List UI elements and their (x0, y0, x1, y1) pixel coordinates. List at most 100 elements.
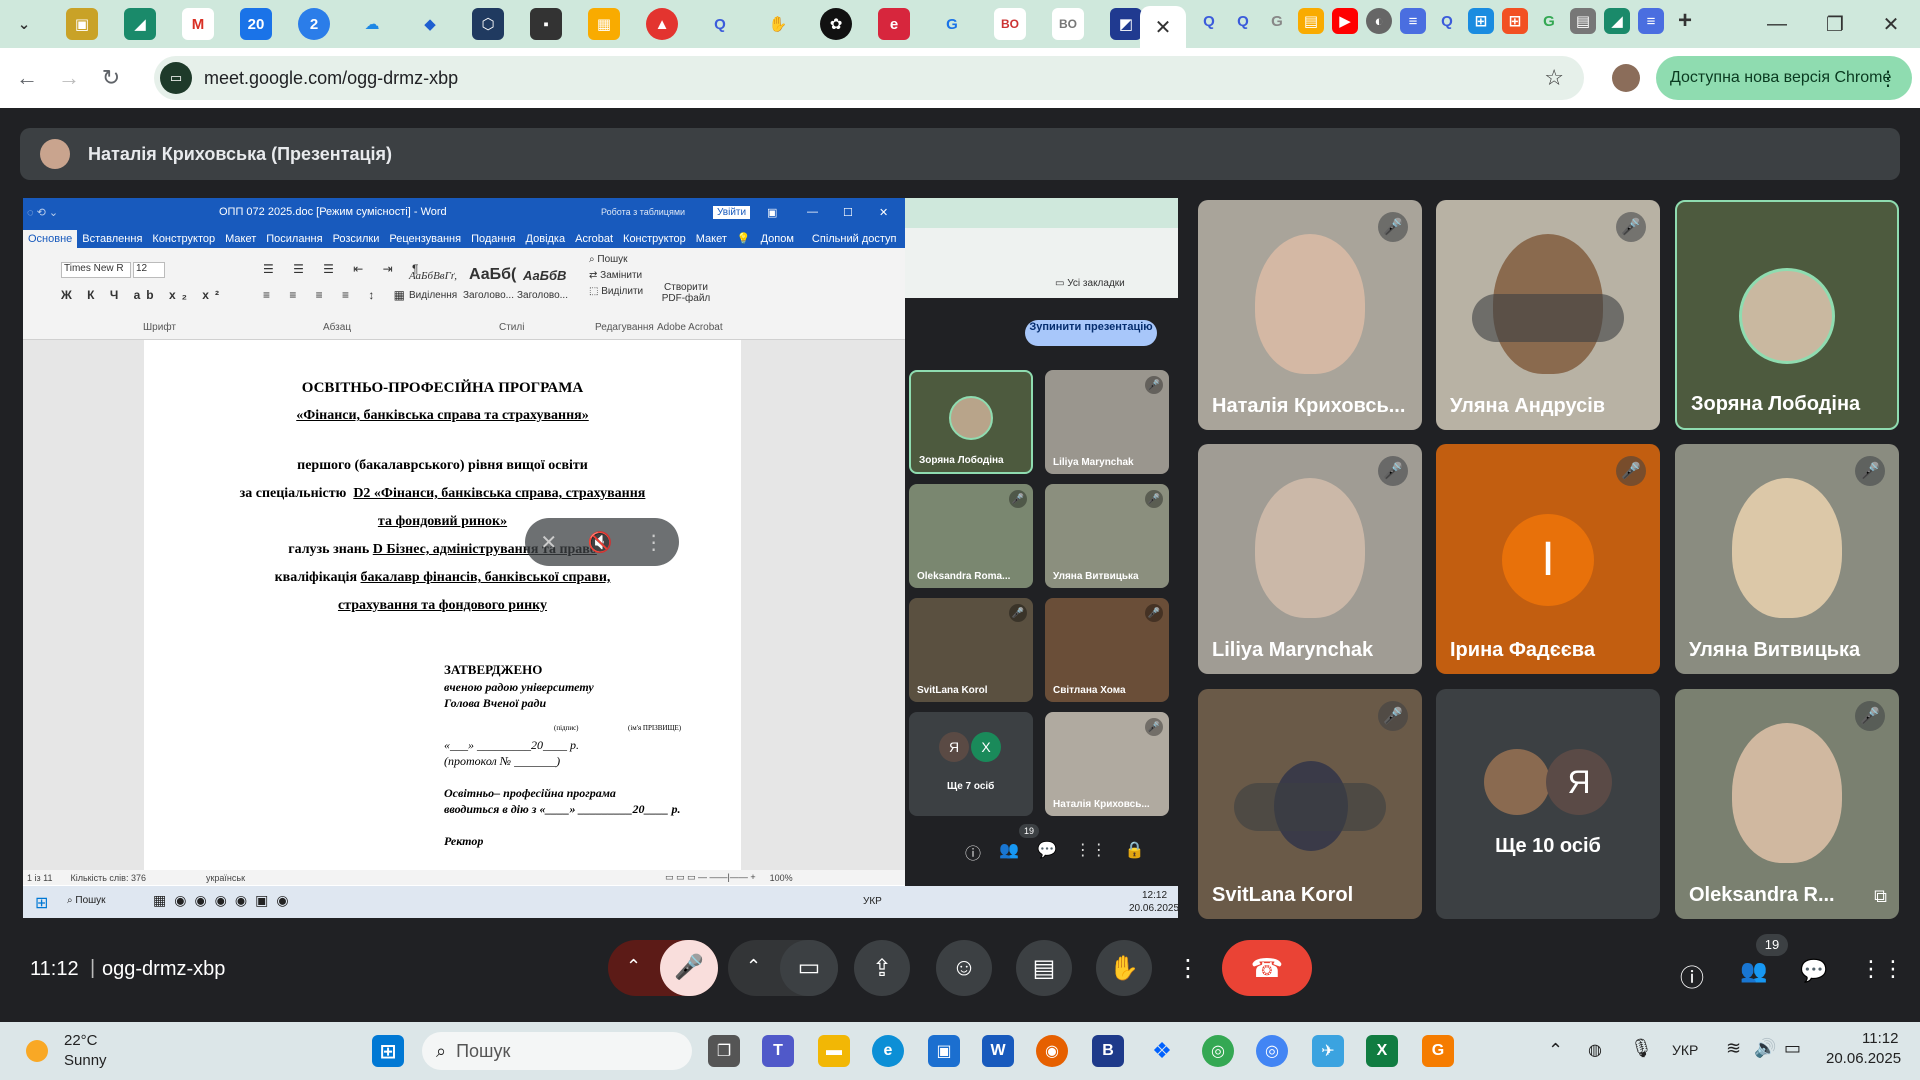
tab-view[interactable]: Подання (466, 230, 520, 248)
doc-tab-icon-3[interactable]: ≡ (1638, 8, 1664, 34)
mini-apps-icon[interactable]: ⋮⋮ (1075, 840, 1107, 864)
select-button[interactable]: ⬚ Виділити (589, 286, 643, 297)
file-explorer-icon[interactable]: ▬ (818, 1035, 850, 1067)
cube-tab-icon[interactable]: ⬡ (472, 8, 504, 40)
participant-tile-7[interactable]: 🎤 SvitLana Korol (1198, 689, 1422, 919)
emoji-button[interactable]: ☺ (936, 940, 992, 996)
word-minimize-icon[interactable]: — (807, 206, 818, 218)
inner-search[interactable]: ⌕ Пошук (67, 895, 106, 906)
inner-app-icons[interactable]: ▦◉◉◉◉▣◉ (153, 892, 297, 909)
camera-options-chevron-icon[interactable]: ⌃ (746, 956, 761, 977)
autosave-icon[interactable]: ◌ ⟲ ⌄ (27, 206, 58, 219)
id-card-tab-icon[interactable]: ▪ (530, 8, 562, 40)
pip-icon[interactable]: ⧉ (1874, 886, 1887, 907)
participant-tile-6[interactable]: 🎤 Уляна Витвицька (1675, 444, 1899, 674)
mini-tile-3[interactable]: 🎤 Oleksandra Roma... (909, 484, 1033, 588)
note-tab-icon[interactable]: ▤ (1298, 8, 1324, 34)
participant-tile-5[interactable]: І 🎤 Ірина Фадєєва (1436, 444, 1660, 674)
tab-search-chevron-icon[interactable]: ⌄ (8, 8, 40, 40)
chrome-icon-2[interactable]: ◎ (1256, 1035, 1288, 1067)
tab-references[interactable]: Посилання (261, 230, 327, 248)
bo-tab-icon[interactable]: BO (994, 8, 1026, 40)
diamond-tab-icon[interactable]: ◆ (414, 8, 446, 40)
style-sample-2[interactable]: АаБб( (469, 266, 516, 284)
tab-table-layout[interactable]: Макет (691, 230, 732, 248)
taskbar-search[interactable]: ⌕ Пошук (422, 1032, 692, 1070)
volume-off-icon[interactable]: 🔇 (588, 530, 613, 555)
firefox-icon[interactable]: ◉ (1036, 1035, 1068, 1067)
slides-tab-icon[interactable]: ◢ (124, 8, 156, 40)
excel-icon[interactable]: X (1366, 1035, 1398, 1067)
font-name-select[interactable]: Times New R (61, 262, 131, 278)
tab-layout[interactable]: Макет (220, 230, 261, 248)
mini-tile-5[interactable]: 🎤 SvitLana Korol (909, 598, 1033, 702)
word-maximize-icon[interactable]: ☐ (843, 206, 853, 219)
openai-tab-icon[interactable]: ✿ (820, 8, 852, 40)
forward-icon[interactable]: → (54, 63, 84, 93)
clock-time[interactable]: 11:12 (1862, 1030, 1898, 1047)
dropbox-icon[interactable]: ❖ (1146, 1035, 1178, 1067)
chat-icon[interactable]: 💬 (1800, 958, 1827, 984)
close-window-icon[interactable]: ✕ (1862, 0, 1920, 48)
paragraph-buttons[interactable]: ☰ ☰ ☰ ⇤ ⇥ ¶ (263, 262, 427, 276)
tab-review[interactable]: Рецензування (384, 230, 466, 248)
zoom-slider[interactable]: ▭ ▭ ▭ — ——|—— + (665, 872, 756, 883)
slides-tab-icon-2[interactable]: ◢ (1604, 8, 1630, 34)
map-app-icon[interactable]: ✈ (1312, 1035, 1344, 1067)
q-tab-icon-3[interactable]: Q (1230, 8, 1256, 34)
g-tab-icon-3[interactable]: G (1536, 8, 1562, 34)
bookmark-star-icon[interactable]: ☆ (1544, 65, 1564, 91)
clock-date[interactable]: 20.06.2025 (1826, 1050, 1901, 1067)
align-buttons[interactable]: ≡ ≡ ≡ ≡ ↕ ▦ (263, 288, 413, 302)
more-options-button[interactable]: ⋮ (1164, 940, 1212, 996)
ie-tab-icon[interactable]: ◩ (1110, 8, 1142, 40)
language-indicator[interactable]: УКР (1672, 1042, 1698, 1058)
microphone-icon[interactable]: 🎙 (1630, 1038, 1653, 1059)
meet-site-icon[interactable]: ▭ (160, 62, 192, 94)
active-tab-close-icon[interactable]: ✕ (1140, 6, 1186, 48)
mic-options-chevron-icon[interactable]: ⌃ (626, 956, 641, 977)
battery-icon[interactable]: ▭ (1784, 1038, 1801, 1059)
mini-tile-7[interactable]: Я X Ще 7 осіб (909, 712, 1033, 816)
grid-tab-icon[interactable]: ⊞ (1468, 8, 1494, 34)
participant-tile-9[interactable]: 🎤 Oleksandra R... ⧉ (1675, 689, 1899, 919)
font-size-select[interactable]: 12 (133, 262, 165, 278)
camera-button[interactable]: ▭ (780, 940, 838, 996)
chrome-icon[interactable]: ◎ (1202, 1035, 1234, 1067)
g-tab-icon-2[interactable]: G (1264, 8, 1290, 34)
mini-tile-1[interactable]: Зоряна Лободіна (909, 370, 1033, 474)
network-app-icon[interactable]: ◍ (1588, 1040, 1602, 1060)
acrobat-tab-icon[interactable]: ▲ (646, 8, 678, 40)
edge-icon[interactable]: e (872, 1035, 904, 1067)
end-call-button[interactable]: ☎ (1222, 940, 1312, 996)
mini-bookmarks[interactable]: ▭ Усі закладки (1055, 278, 1125, 289)
gmail-tab-icon[interactable]: M (182, 8, 214, 40)
ribbon-display-icon[interactable]: ▣ (767, 206, 777, 219)
chrome-update-button[interactable]: Доступна нова версія Chrome ⋮ (1656, 56, 1912, 100)
mini-tile-4[interactable]: 🎤 Уляна Витвицька (1045, 484, 1169, 588)
style-sample-3[interactable]: АаБбВ (523, 268, 566, 283)
back-icon[interactable]: ← (12, 63, 42, 93)
mini-tile-2[interactable]: 🎤 Liliya Marynchak (1045, 370, 1169, 474)
reload-icon[interactable]: ↻ (96, 63, 126, 93)
mini-tile-6[interactable]: 🎤 Світлана Хома (1045, 598, 1169, 702)
create-pdf-button[interactable]: Створити PDF-файл (657, 282, 715, 304)
present-screen-button[interactable]: ⇪ (854, 940, 910, 996)
people-icon[interactable]: 👥 (1740, 958, 1767, 984)
help-search[interactable]: Допом (756, 230, 799, 248)
mini-people-icon[interactable]: 👥 (999, 840, 1019, 864)
b-app-icon[interactable]: B (1092, 1035, 1124, 1067)
chart-tab-icon[interactable]: ▦ (588, 8, 620, 40)
participant-tile-2[interactable]: 🎤 Уляна Андрусів (1436, 200, 1660, 430)
document-page[interactable]: ОСВІТНЬО-ПРОФЕСІЙНА ПРОГРАМА «Фінанси, б… (144, 340, 741, 870)
windows-tab-icon[interactable]: ⊞ (1502, 8, 1528, 34)
store-icon[interactable]: ▣ (928, 1035, 960, 1067)
profile-avatar[interactable] (1612, 64, 1640, 92)
minimize-icon[interactable]: — (1748, 0, 1806, 48)
new-tab-icon[interactable]: + (1672, 7, 1698, 34)
wifi-icon[interactable]: ≋ (1726, 1038, 1741, 1059)
lightbulb-icon[interactable]: 💡 (732, 229, 756, 248)
stop-presenting-button[interactable]: Зупинити презентацію (1025, 320, 1157, 346)
start-icon[interactable]: ⊞ (372, 1035, 404, 1067)
tab-insert[interactable]: Вставлення (77, 230, 147, 248)
